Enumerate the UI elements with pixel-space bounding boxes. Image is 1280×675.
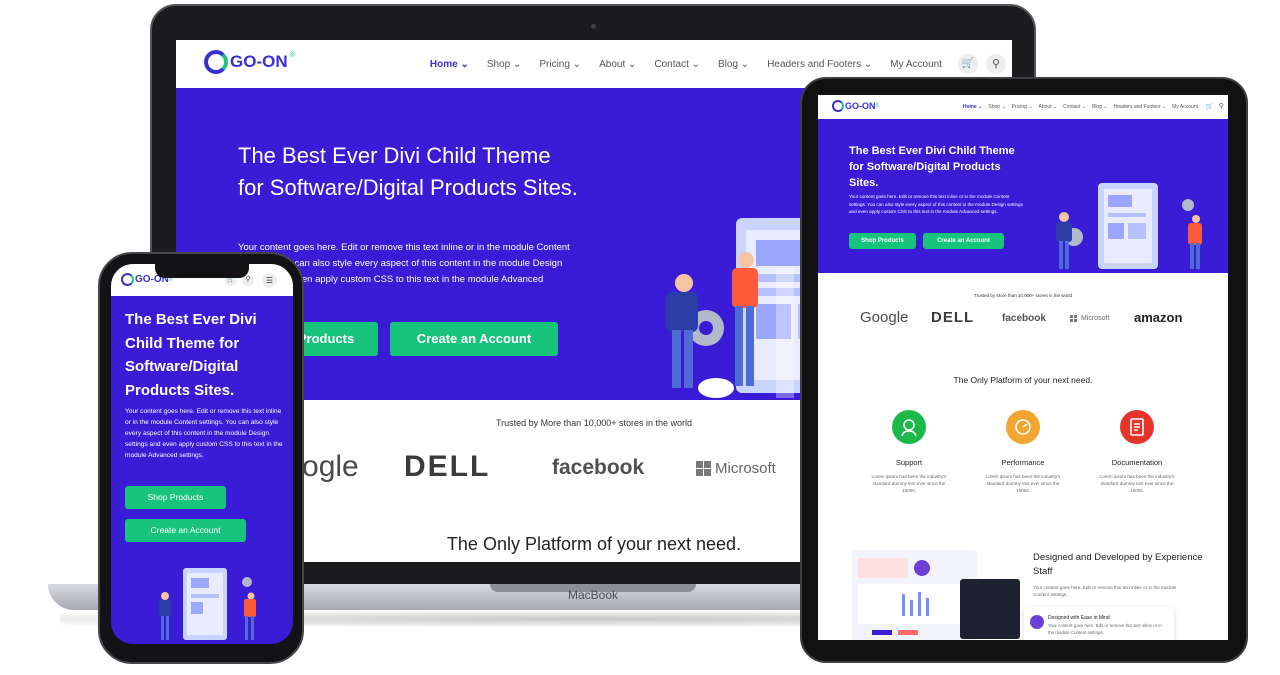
shop-products-button[interactable]: Shop Products	[849, 233, 916, 249]
nav-shop[interactable]: Shop ⌄	[487, 59, 522, 70]
card-title: Designed with Ease in Mind	[1048, 615, 1110, 621]
nav-home[interactable]: Home ⌄	[430, 59, 469, 70]
dashboard-screenshot	[832, 550, 977, 640]
dell-logo: DELL	[404, 450, 491, 483]
facebook-logo: facebook	[552, 456, 645, 479]
microsoft-logo-text: Microsoft	[1081, 315, 1110, 322]
nav-my-account[interactable]: My Account	[1172, 104, 1198, 110]
logo-text: GO-ON	[845, 101, 876, 111]
nav-home[interactable]: Home ⌄	[963, 104, 982, 110]
nav-shop[interactable]: Shop ⌄	[988, 104, 1005, 110]
menu-icon[interactable]: ☰	[262, 273, 277, 288]
nav-contact[interactable]: Contact ⌄	[654, 59, 700, 70]
amazon-logo: amazon	[1134, 310, 1183, 325]
tablet-site: GO-ON ® Home ⌄ Shop ⌄ Pricing ⌄ About ⌄ …	[818, 95, 1228, 640]
google-logo: Google	[860, 309, 909, 326]
logo-ring-icon	[121, 273, 134, 286]
nav-about[interactable]: About ⌄	[599, 59, 636, 70]
logo-trademark: ®	[875, 103, 880, 109]
documentation-icon	[1120, 410, 1154, 444]
logo-text: GO-ON	[230, 52, 288, 71]
hero-body: Your content goes here. Edit or remove t…	[125, 408, 283, 459]
nav-pricing[interactable]: Pricing ⌄	[539, 59, 581, 70]
nav-blog[interactable]: Blog ⌄	[1092, 104, 1108, 110]
create-account-button[interactable]: Create an Account	[390, 322, 558, 356]
dell-logo: DELL	[931, 309, 975, 326]
tablet-header: GO-ON ® Home ⌄ Shop ⌄ Pricing ⌄ About ⌄ …	[818, 95, 1228, 119]
feature-title: Documentation	[1111, 458, 1163, 467]
hero-illustration	[159, 568, 256, 640]
microsoft-grid-icon	[1070, 315, 1077, 322]
hero-title: The Best Ever Divi Child Theme for Softw…	[849, 145, 1015, 189]
card-body: Your content goes here. Edit or remove t…	[1048, 623, 1162, 635]
create-account-button[interactable]: Create an Account	[923, 233, 1004, 249]
devices-mockup: MacBook GO-ON ® Home ⌄ Shop ⌄ Pricing ⌄ …	[0, 0, 1280, 675]
nav-pricing[interactable]: Pricing ⌄	[1012, 104, 1033, 110]
designed-body: Your content goes here. Edit or remove t…	[1033, 585, 1177, 597]
nav-about[interactable]: About ⌄	[1039, 104, 1058, 110]
create-account-button[interactable]: Create an Account	[125, 519, 246, 542]
support-icon	[892, 410, 926, 444]
facebook-logo: facebook	[1002, 313, 1046, 324]
feature-title: Support	[895, 458, 923, 467]
microsoft-logo: Microsoft	[696, 460, 776, 477]
tablet-logo[interactable]: GO-ON ®	[832, 100, 879, 112]
feature-desc: Lorem ipsum has been the industry's stan…	[1099, 474, 1175, 493]
site-logo[interactable]: GO-ON ®	[204, 50, 296, 74]
code-screenshot	[960, 579, 1020, 639]
design-icon	[1030, 615, 1044, 629]
hero-title: The Best Ever Divi Child Theme for Softw…	[125, 311, 257, 399]
logo-trademark: ®	[289, 50, 296, 59]
nav-headers-footers[interactable]: Headers and Footers ⌄	[767, 59, 872, 70]
feature-documentation: Documentation Lorem ipsum has been the i…	[1082, 410, 1192, 494]
microsoft-logo-text: Microsoft	[715, 460, 776, 477]
feature-title: Performance	[1001, 458, 1045, 467]
cart-icon[interactable]: 🛒	[958, 54, 978, 74]
laptop-camera	[591, 24, 596, 29]
microsoft-grid-icon	[696, 461, 711, 476]
shop-products-button[interactable]: Shop Products	[125, 486, 226, 509]
search-icon[interactable]: ⚲	[986, 54, 1006, 74]
feature-desc: Lorem ipsum has been the industry's stan…	[985, 474, 1061, 493]
search-icon[interactable]: ⚲	[1219, 102, 1224, 110]
feature-desc: Lorem ipsum has been the industry's stan…	[871, 474, 947, 493]
phone-site: GO-ON ® 🛒 ⚲ ☰ The Best Ever Divi Child T…	[111, 264, 293, 644]
feature-card: Designed with Ease in Mind Your content …	[1024, 607, 1174, 640]
only-platform-heading: The Only Platform of your next need.	[953, 375, 1093, 385]
brand-logos: Google DELL facebook Microsoft amazon	[818, 309, 1228, 333]
feature-support: Support Lorem ipsum has been the industr…	[854, 410, 964, 494]
feature-performance: Performance Lorem ipsum has been the ind…	[968, 410, 1078, 494]
logo-ring-icon	[204, 50, 228, 74]
tablet-main-nav: Home ⌄ Shop ⌄ Pricing ⌄ About ⌄ Contact …	[963, 95, 1198, 119]
nav-my-account[interactable]: My Account	[890, 59, 942, 70]
hero-illustration	[1056, 183, 1202, 269]
performance-icon	[1006, 410, 1040, 444]
nav-contact[interactable]: Contact ⌄	[1063, 104, 1086, 110]
nav-headers-footers[interactable]: Headers and Footers ⌄	[1114, 104, 1167, 110]
logo-ring-icon	[832, 100, 844, 112]
designed-title: Designed and Developed by Experience Sta…	[1033, 552, 1203, 577]
hero-body: Your content goes here. Edit or remove t…	[849, 194, 1023, 215]
microsoft-logo: Microsoft	[1070, 315, 1109, 322]
phone-notch	[155, 262, 249, 278]
laptop-brand-label: MacBook	[567, 588, 619, 602]
nav-blog[interactable]: Blog ⌄	[718, 59, 749, 70]
cart-icon[interactable]: 🛒	[1206, 103, 1213, 110]
trusted-by-text: Trusted by More than 10,000+ stores in t…	[973, 293, 1072, 298]
hero-title: The Best Ever Divi Child Theme for Softw…	[238, 143, 578, 200]
tablet-hero: The Best Ever Divi Child Theme for Softw…	[818, 119, 1228, 273]
